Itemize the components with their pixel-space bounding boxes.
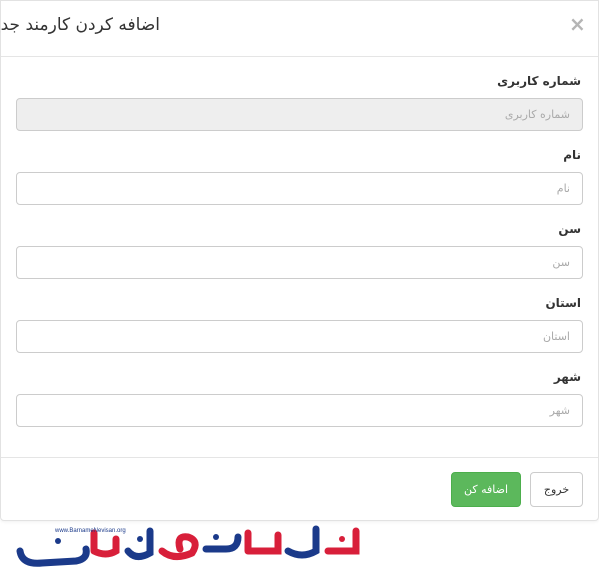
user-id-input[interactable] [16, 98, 583, 131]
province-input[interactable] [16, 320, 583, 353]
dialog-footer [1, 457, 598, 459]
age-input[interactable] [16, 246, 583, 279]
add-employee-dialog: × اضافه کردن کارمند جدید شماره کاربری نا… [0, 0, 599, 521]
exit-button[interactable]: خروج [530, 472, 583, 507]
user-id-label: شماره کاربری [497, 74, 581, 88]
name-label: نام [563, 148, 581, 162]
age-label: سن [558, 222, 581, 236]
city-input[interactable] [16, 394, 583, 427]
close-icon[interactable]: × [569, 14, 586, 34]
province-label: استان [545, 296, 581, 310]
dialog-header: × اضافه کردن کارمند جدید [0, 1, 598, 57]
dialog-title: اضافه کردن کارمند جدید [0, 15, 160, 35]
add-button[interactable]: اضافه کن [451, 472, 521, 507]
name-input[interactable] [16, 172, 583, 205]
city-label: شهر [553, 370, 581, 384]
logo-url: www.BarnameNevisan.org [55, 528, 126, 534]
